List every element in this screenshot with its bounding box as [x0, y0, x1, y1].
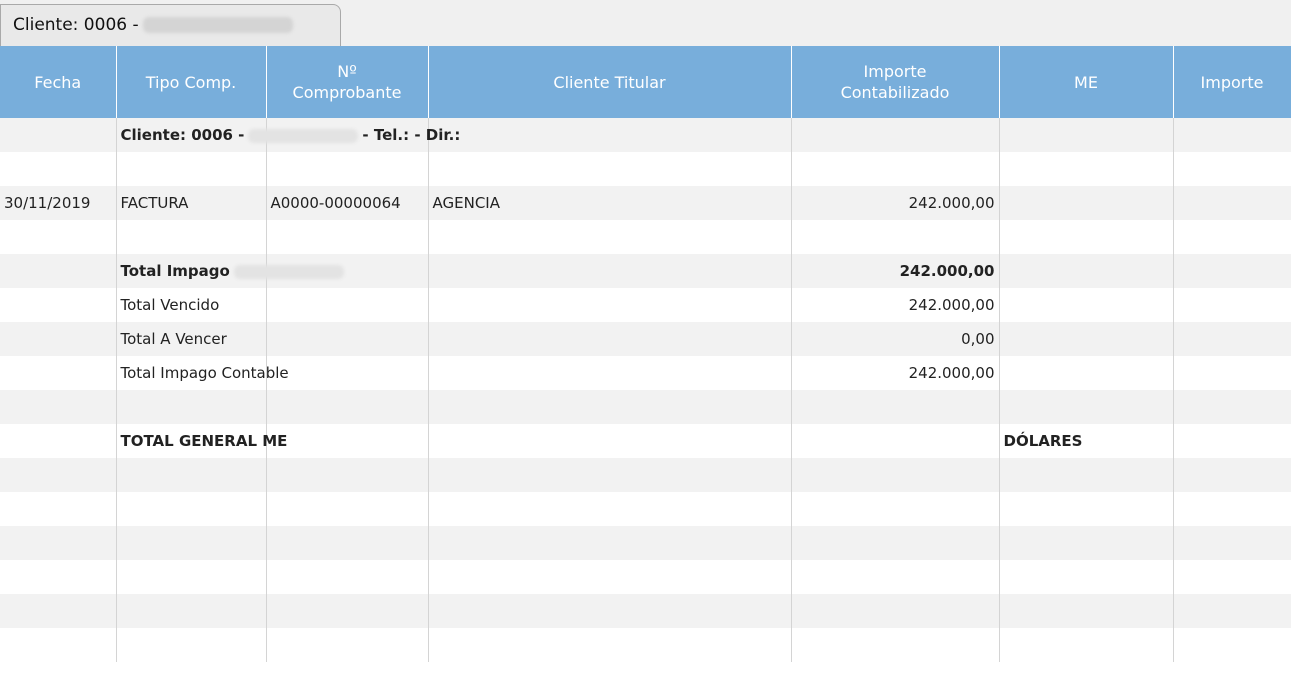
col-header-fecha[interactable]: Fecha: [0, 46, 117, 118]
table-row: [0, 458, 1291, 492]
col-header-importe-line2: Contabilizado: [840, 83, 950, 102]
total-a-vencer-value: 0,00: [791, 322, 1000, 356]
tab-cliente[interactable]: Cliente: 0006 -: [0, 4, 341, 46]
invoice-importe: 242.000,00: [791, 186, 1000, 220]
total-vencido-label: Total Vencido: [116, 288, 267, 322]
table-row: [0, 492, 1291, 526]
table-row: [0, 594, 1291, 628]
tab-bar: Cliente: 0006 -: [0, 0, 1291, 46]
col-header-tipo-comp[interactable]: Tipo Comp.: [116, 46, 267, 118]
redacted-client-name: [142, 17, 293, 33]
client-info: Cliente: 0006 - - Tel.: - Dir.:: [116, 118, 460, 152]
redacted-client-name: [233, 264, 344, 279]
invoice-titular: AGENCIA: [428, 186, 792, 220]
invoice-nro: A0000-00000064: [266, 186, 429, 220]
col-header-me[interactable]: ME: [999, 46, 1174, 118]
total-impago-contable-value: 242.000,00: [791, 356, 1000, 390]
table-row: [0, 628, 1291, 662]
total-impago: Total Impago: [116, 254, 344, 288]
header-row: Fecha Tipo Comp. Nº Comprobante Cliente T…: [0, 46, 1291, 118]
col-header-nro-line2: Comprobante: [292, 83, 402, 102]
total-impago-value: 242.000,00: [791, 254, 1000, 288]
col-header-importe[interactable]: Importe: [1173, 46, 1291, 118]
col-header-nro-comprobante[interactable]: Nº Comprobante: [266, 46, 429, 118]
invoice-fecha: 30/11/2019: [0, 186, 117, 220]
total-a-vencer-row[interactable]: Total A Vencer 0,00: [0, 322, 1291, 356]
report-grid: Fecha Tipo Comp. Nº Comprobante Cliente T…: [0, 46, 1291, 689]
col-header-importe-contabilizado[interactable]: Importe Contabilizado: [791, 46, 1000, 118]
total-vencido-value: 242.000,00: [791, 288, 1000, 322]
total-impago-row[interactable]: Total Impago 242.000,00: [0, 254, 1291, 288]
invoice-tipo: FACTURA: [116, 186, 267, 220]
table-row: [0, 152, 1291, 186]
report-table: Fecha Tipo Comp. Nº Comprobante Cliente T…: [0, 46, 1291, 662]
total-impago-label: Total Impago: [120, 262, 230, 280]
total-general-me-currency: DÓLARES: [999, 424, 1174, 458]
total-general-me-label: TOTAL GENERAL ME: [116, 424, 287, 458]
col-header-nro-line1: Nº: [337, 62, 357, 81]
table-row: [0, 526, 1291, 560]
total-a-vencer-label: Total A Vencer: [116, 322, 267, 356]
table-row: [0, 390, 1291, 424]
invoice-row[interactable]: 30/11/2019 FACTURA A0000-00000064 AGENCI…: [0, 186, 1291, 220]
total-general-me-row[interactable]: TOTAL GENERAL ME DÓLARES: [0, 424, 1291, 458]
table-row: [0, 220, 1291, 254]
col-header-importe-line1: Importe: [863, 62, 927, 81]
total-impago-contable-label: Total Impago Contable: [116, 356, 289, 390]
total-vencido-row[interactable]: Total Vencido 242.000,00: [0, 288, 1291, 322]
table-row: [0, 560, 1291, 594]
tab-label: Cliente: 0006 -: [13, 15, 139, 35]
col-header-cliente-titular[interactable]: Cliente Titular: [428, 46, 792, 118]
client-info-suffix: - Tel.: - Dir.:: [362, 126, 461, 144]
total-impago-contable-row[interactable]: Total Impago Contable 242.000,00: [0, 356, 1291, 390]
client-info-prefix: Cliente: 0006 -: [120, 126, 245, 144]
redacted-client-name: [248, 128, 359, 143]
client-info-row[interactable]: Cliente: 0006 - - Tel.: - Dir.:: [0, 118, 1291, 152]
